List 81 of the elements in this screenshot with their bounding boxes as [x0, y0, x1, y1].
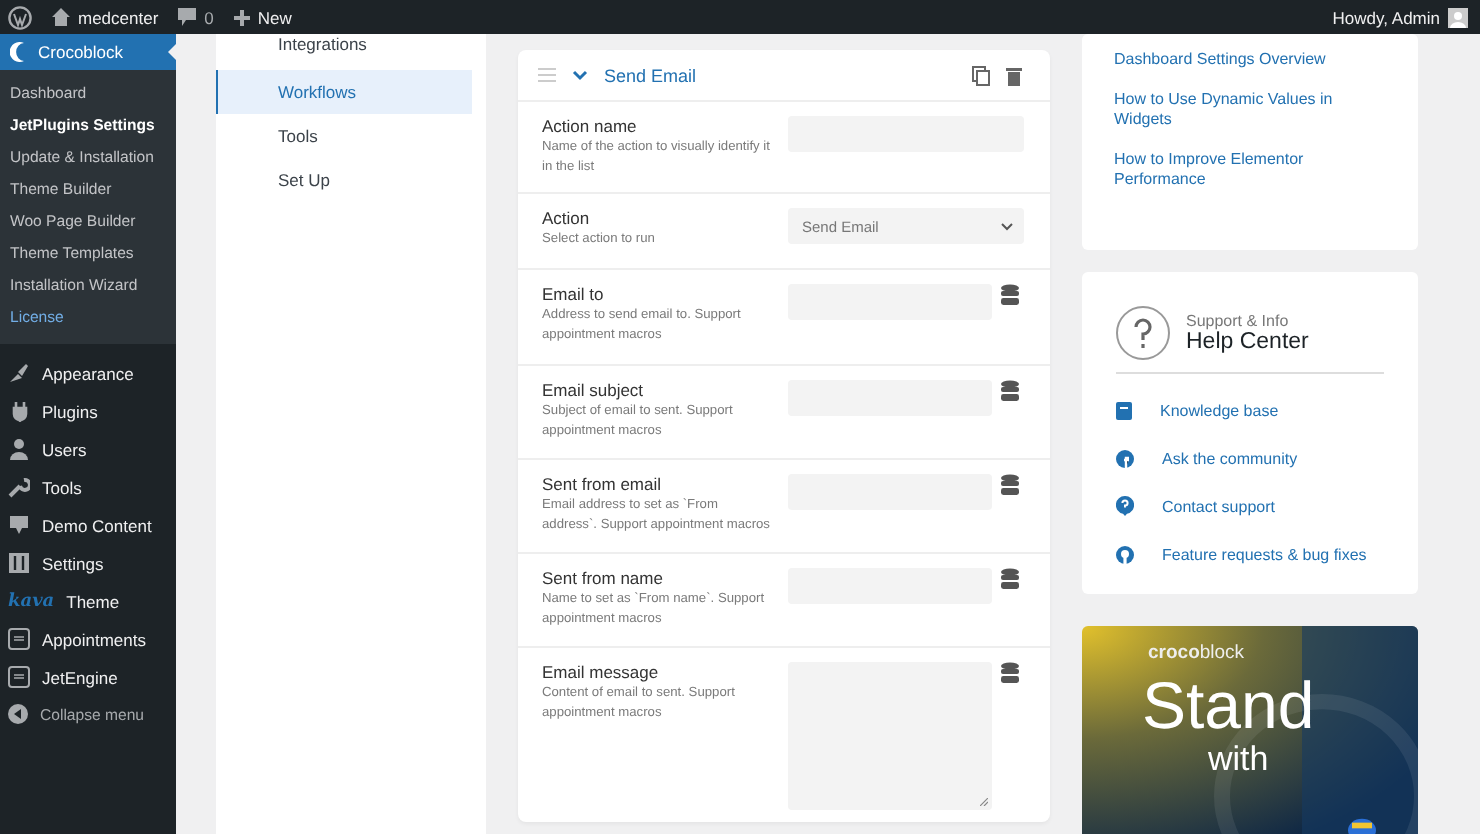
field-label: Email subject	[542, 380, 646, 400]
action-title: Send Email	[604, 65, 699, 85]
home-icon	[52, 8, 70, 26]
menu-item[interactable]: Demo Content	[0, 506, 176, 544]
facebook-icon	[1116, 449, 1134, 467]
wordpress-logo-icon[interactable]	[8, 5, 32, 29]
book-icon	[1116, 401, 1132, 419]
trash-icon[interactable]	[1006, 65, 1022, 85]
menu-item[interactable]: Appointments	[0, 620, 176, 658]
collapse-icon	[8, 704, 28, 724]
resize-handle-icon[interactable]	[980, 798, 988, 806]
help-link[interactable]: Feature requests & bug fixes	[1116, 530, 1384, 578]
menu-label: Theme	[66, 591, 120, 611]
menu-item[interactable]: kava Theme	[0, 582, 176, 620]
new-link[interactable]: New	[233, 7, 292, 27]
avatar-icon	[1448, 7, 1468, 27]
comment-icon	[178, 8, 197, 26]
guide-link[interactable]: How to Improve Elementor Performance	[1114, 150, 1386, 190]
help-eyebrow: Support & Info	[1186, 312, 1291, 330]
settings-tab[interactable]: Integrations	[216, 34, 472, 70]
crescent-icon	[10, 42, 26, 62]
message-field[interactable]	[788, 662, 992, 810]
plugin-logo-icon	[8, 628, 30, 650]
wrench-icon	[8, 476, 30, 498]
copy-icon[interactable]	[972, 65, 990, 85]
banner[interactable]: crocoblock Stand with	[1082, 626, 1418, 834]
brush-icon	[8, 362, 30, 384]
github-icon	[1116, 545, 1134, 563]
menu-label: Tools	[42, 477, 82, 497]
plus-icon	[233, 9, 250, 25]
menu-label: Plugins	[42, 401, 98, 421]
plug-icon	[8, 400, 30, 422]
help-link[interactable]: Knowledge base	[1116, 386, 1384, 434]
field-label: Sent from name	[542, 568, 665, 588]
menu-label: Demo Content	[42, 515, 152, 535]
account-link[interactable]: Howdy, Admin	[1332, 7, 1468, 27]
menu-item[interactable]: JetEngine	[0, 658, 176, 696]
banner-logo: crocoblock	[1148, 642, 1245, 664]
menu-label: JetEngine	[42, 667, 118, 687]
site-name-link[interactable]: medcenter	[52, 7, 159, 27]
help-link[interactable]: Ask the community	[1116, 434, 1384, 482]
settings-tab[interactable]: Set Up	[216, 158, 472, 202]
menu-item[interactable]: Settings	[0, 544, 176, 582]
help-link[interactable]: Contact support	[1116, 482, 1384, 530]
field-label: Email to	[542, 284, 606, 304]
plugin-logo-icon	[8, 666, 30, 688]
comments-link[interactable]: 0	[178, 7, 214, 27]
question-icon	[1116, 496, 1134, 516]
chevron-icon[interactable]	[572, 69, 588, 81]
database-icon[interactable]	[1000, 474, 1020, 496]
settings-tab[interactable]: Tools	[216, 114, 472, 158]
database-icon[interactable]	[1000, 662, 1020, 684]
menu-item[interactable]: Plugins	[0, 392, 176, 430]
help-title: Help Center	[1186, 330, 1309, 354]
field-label: Action name	[542, 116, 639, 136]
menu-item[interactable]: Appearance	[0, 354, 176, 392]
menu-label: Appointments	[42, 629, 146, 649]
drag-handle-icon[interactable]	[538, 68, 556, 82]
theme-logo: kava	[8, 591, 55, 611]
field-label: Sent from email	[542, 474, 664, 494]
database-icon[interactable]	[1000, 284, 1020, 306]
field-label: Email message	[542, 662, 661, 682]
menu-label: Appearance	[42, 363, 134, 383]
menu-item[interactable]: Tools	[0, 468, 176, 506]
settings-tab[interactable]: Workflows	[216, 70, 472, 114]
guide-link[interactable]: How to Use Dynamic Values in Widgets	[1114, 90, 1386, 130]
database-icon[interactable]	[1000, 568, 1020, 590]
user-icon	[8, 438, 30, 460]
banner-headline: Stand	[1142, 668, 1315, 744]
menu-label: Users	[42, 439, 87, 459]
guide-link[interactable]: Dashboard Settings Overview	[1114, 50, 1386, 70]
caret-icon	[1000, 221, 1014, 231]
banner-subline: with	[1208, 744, 1269, 776]
download-icon	[8, 514, 30, 536]
menu-item[interactable]: Users	[0, 430, 176, 468]
menu-label: Settings	[42, 553, 104, 573]
sliders-icon	[8, 552, 30, 574]
field-label: Action	[542, 208, 592, 228]
question-circle-icon	[1116, 306, 1170, 360]
database-icon[interactable]	[1000, 380, 1020, 402]
crocoblock-menu-item[interactable]: Crocoblock	[0, 34, 176, 70]
